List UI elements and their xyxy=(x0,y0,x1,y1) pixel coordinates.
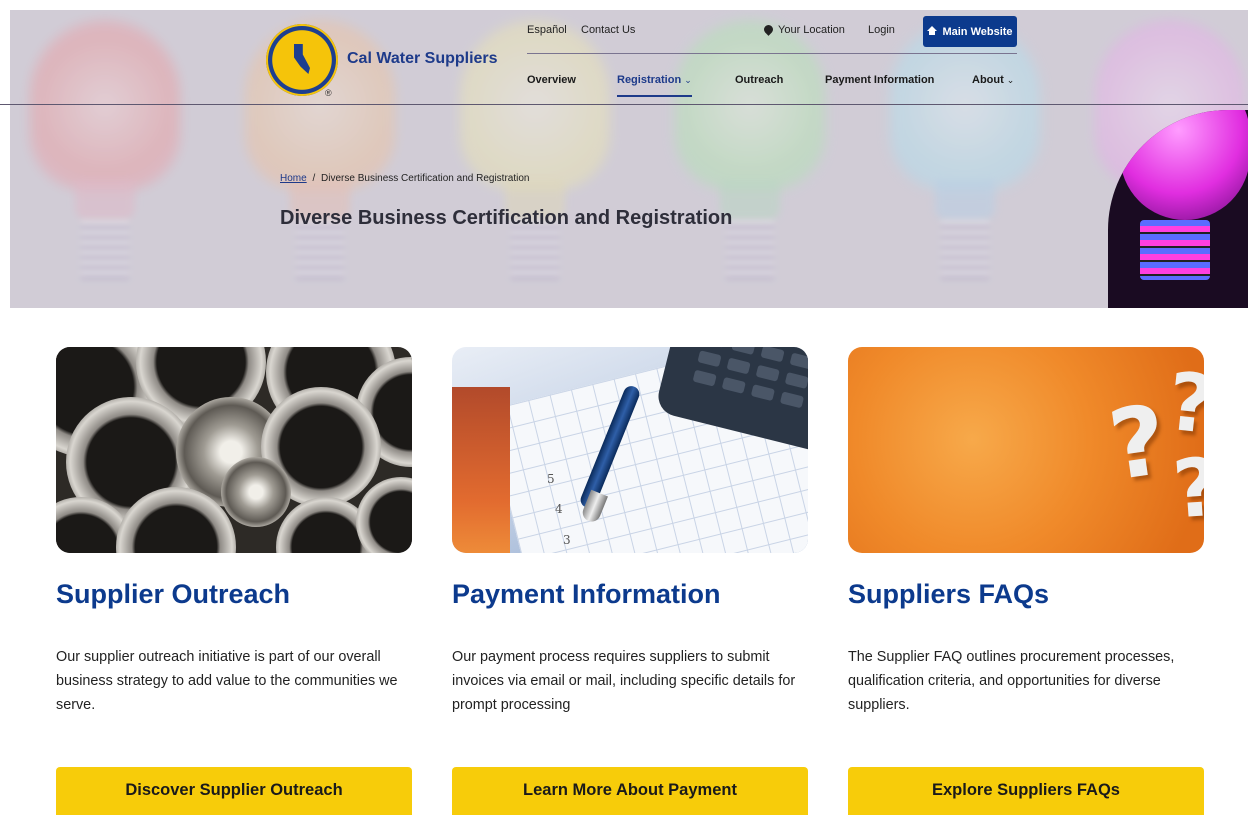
nav-about-label: About xyxy=(972,74,1004,86)
card-description: Our payment process requires suppliers t… xyxy=(452,649,796,713)
question-mark-icon: ? xyxy=(1169,440,1204,537)
payment-information-card: 5 4 3 Payment Information Our payment pr… xyxy=(452,347,808,815)
contact-us-link[interactable]: Contact Us xyxy=(581,24,635,36)
discover-supplier-outreach-button[interactable]: Discover Supplier Outreach xyxy=(56,767,412,815)
hero-banner xyxy=(10,10,1248,308)
learn-more-about-payment-button[interactable]: Learn More About Payment xyxy=(452,767,808,815)
page-title: Diverse Business Certification and Regis… xyxy=(280,207,733,229)
nav-overview[interactable]: Overview xyxy=(527,74,576,86)
main-website-label: Main Website xyxy=(942,25,1013,38)
nav-about[interactable]: About ⌄ xyxy=(972,74,1014,86)
brand-name[interactable]: Cal Water Suppliers xyxy=(347,50,498,68)
breadcrumb-current: Diverse Business Certification and Regis… xyxy=(321,173,530,184)
chevron-down-icon: ⌄ xyxy=(684,75,692,85)
active-nav-indicator xyxy=(617,95,692,97)
supplier-outreach-card: Supplier Outreach Our supplier outreach … xyxy=(56,347,412,815)
card-description: The Supplier FAQ outlines procurement pr… xyxy=(848,649,1175,713)
card-title: Payment Information xyxy=(452,579,721,609)
your-location-link[interactable]: Your Location xyxy=(762,23,845,36)
card-description: Our supplier outreach initiative is part… xyxy=(56,649,398,713)
utility-divider xyxy=(527,53,1017,54)
header-divider xyxy=(0,104,1248,105)
cal-water-logo[interactable] xyxy=(266,24,338,96)
breadcrumb-home-link[interactable]: Home xyxy=(280,173,307,184)
card-title: Suppliers FAQs xyxy=(848,579,1050,609)
your-location-label: Your Location xyxy=(778,24,845,36)
breadcrumb: Home / Diverse Business Certification an… xyxy=(280,173,529,184)
login-link[interactable]: Login xyxy=(868,24,895,36)
nav-registration[interactable]: Registration ⌄ xyxy=(617,74,692,86)
home-icon xyxy=(927,26,938,35)
magenta-lightbulb-image xyxy=(1108,110,1248,308)
nav-payment-information[interactable]: Payment Information xyxy=(825,74,934,86)
card-title: Supplier Outreach xyxy=(56,579,291,609)
location-pin-icon xyxy=(762,23,775,36)
breadcrumb-separator: / xyxy=(312,173,316,184)
main-website-button[interactable]: Main Website xyxy=(923,16,1017,47)
nav-registration-label: Registration xyxy=(617,74,682,86)
registered-mark: ® xyxy=(325,88,332,98)
pipes-image xyxy=(56,347,412,553)
question-mark-icon: ? xyxy=(1102,383,1174,503)
suppliers-faqs-card: ? ? ? Suppliers FAQs The Supplier FAQ ou… xyxy=(848,347,1204,815)
nav-outreach[interactable]: Outreach xyxy=(735,74,783,86)
chevron-down-icon: ⌄ xyxy=(1006,75,1015,85)
payment-image: 5 4 3 xyxy=(452,347,808,553)
explore-suppliers-faqs-button[interactable]: Explore Suppliers FAQs xyxy=(848,767,1204,815)
espanol-link[interactable]: Español xyxy=(527,24,567,36)
question-mark-icon: ? xyxy=(1163,354,1204,453)
question-marks-image: ? ? ? xyxy=(848,347,1204,553)
